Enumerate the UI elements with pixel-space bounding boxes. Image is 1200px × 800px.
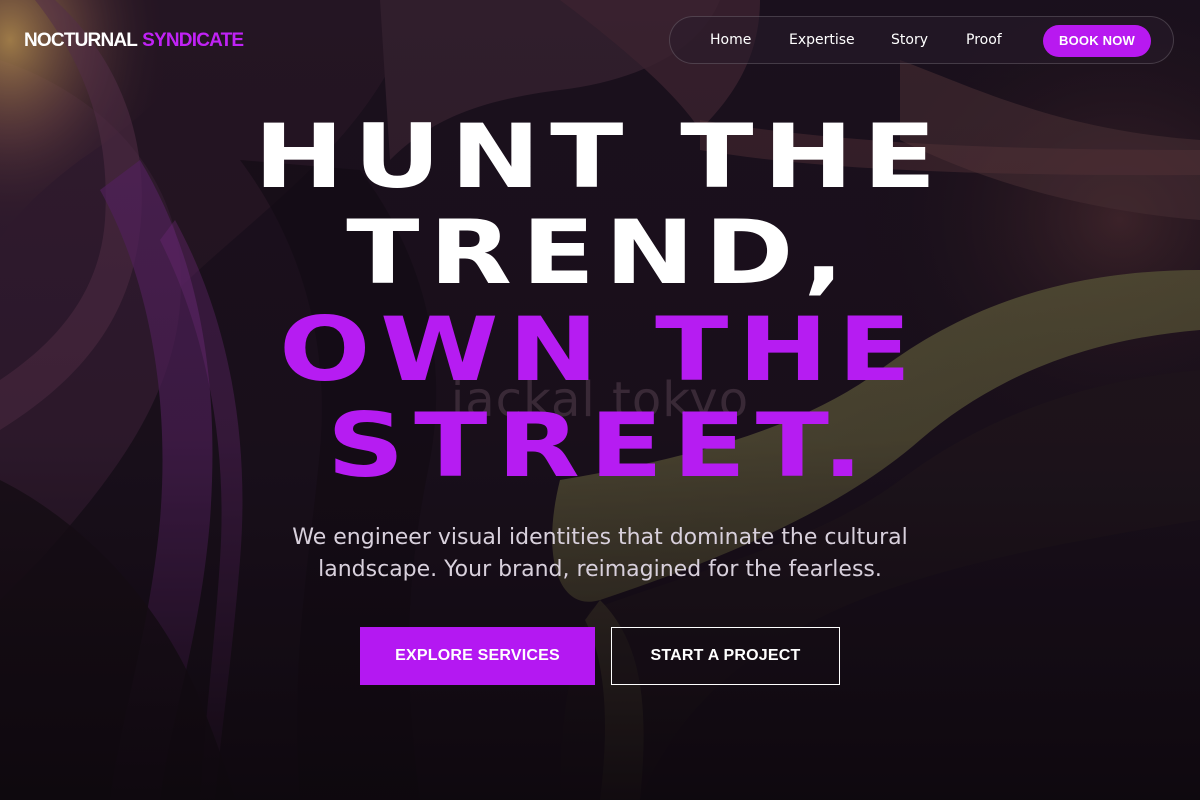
hero-subtitle: We engineer visual identities that domin… bbox=[292, 525, 908, 582]
logo-word-nocturnal: NOCTURNAL bbox=[24, 30, 138, 51]
hero-headline-line-4: STREET. bbox=[327, 394, 873, 497]
logo-word-syndicate: SYNDICATE bbox=[142, 30, 244, 51]
nav-link-expertise[interactable]: Expertise bbox=[789, 30, 855, 50]
hero-headline-line-1: HUNT THE bbox=[253, 105, 947, 208]
explore-services-button[interactable]: EXPLORE SERVICES bbox=[360, 627, 595, 685]
nav-link-home[interactable]: Home bbox=[710, 30, 751, 50]
book-now-button[interactable]: BOOK NOW bbox=[1043, 25, 1151, 57]
main-nav: Home Expertise Story Proof BOOK NOW bbox=[669, 16, 1174, 64]
nav-link-proof[interactable]: Proof bbox=[966, 30, 1002, 50]
hero-headline-line-2: TREND, bbox=[346, 201, 854, 304]
brand-logo[interactable]: NOCTURNAL SYNDICATE bbox=[24, 29, 244, 53]
hero-headline-line-3: OWN THE bbox=[279, 298, 921, 401]
start-project-button[interactable]: START A PROJECT bbox=[611, 627, 840, 685]
nav-link-story[interactable]: Story bbox=[891, 30, 928, 50]
